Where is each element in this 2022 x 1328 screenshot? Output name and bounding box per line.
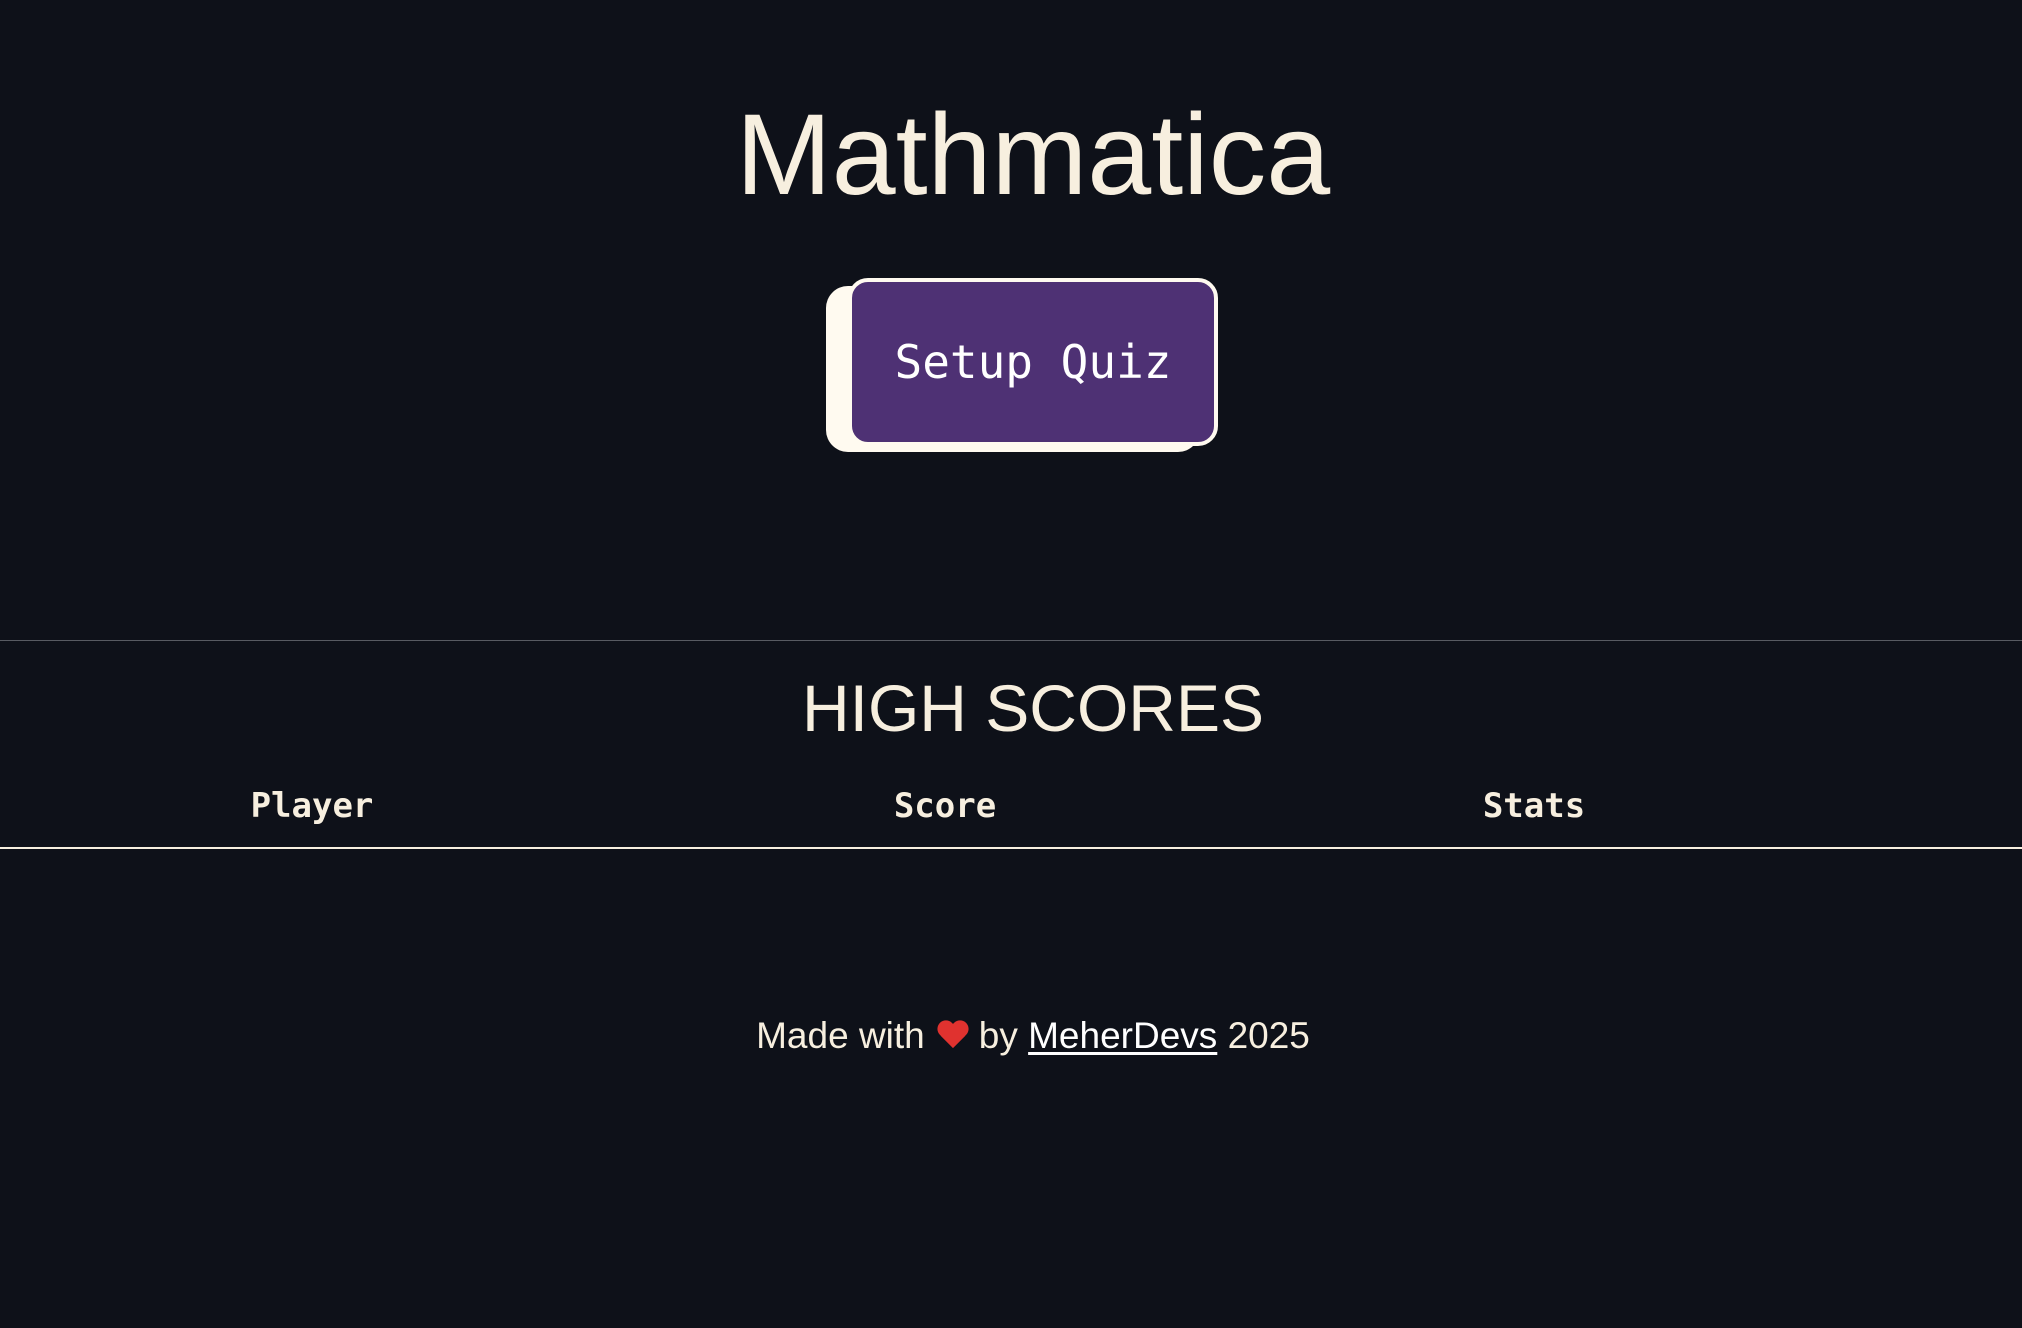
column-header-score: Score: [893, 786, 997, 826]
table-header-divider: [0, 847, 2022, 849]
footer-by: by: [978, 1015, 1018, 1056]
setup-quiz-button[interactable]: Setup Quiz: [848, 278, 1218, 446]
page-title: Mathmatica: [735, 91, 1331, 219]
column-header-player: Player: [250, 786, 374, 826]
high-scores-title: HIGH SCORES: [801, 671, 1265, 745]
footer-prefix: Made with: [756, 1015, 925, 1056]
section-divider: [0, 640, 2022, 641]
footer: Made with by MeherDevs 2025: [0, 1012, 2022, 1060]
heart-icon: [937, 1021, 969, 1051]
setup-quiz-button-wrapper: Setup Quiz: [826, 278, 1222, 454]
footer-year: 2025: [1227, 1015, 1310, 1056]
author-link[interactable]: MeherDevs: [1028, 1015, 1217, 1056]
column-header-stats: Stats: [1482, 786, 1586, 826]
